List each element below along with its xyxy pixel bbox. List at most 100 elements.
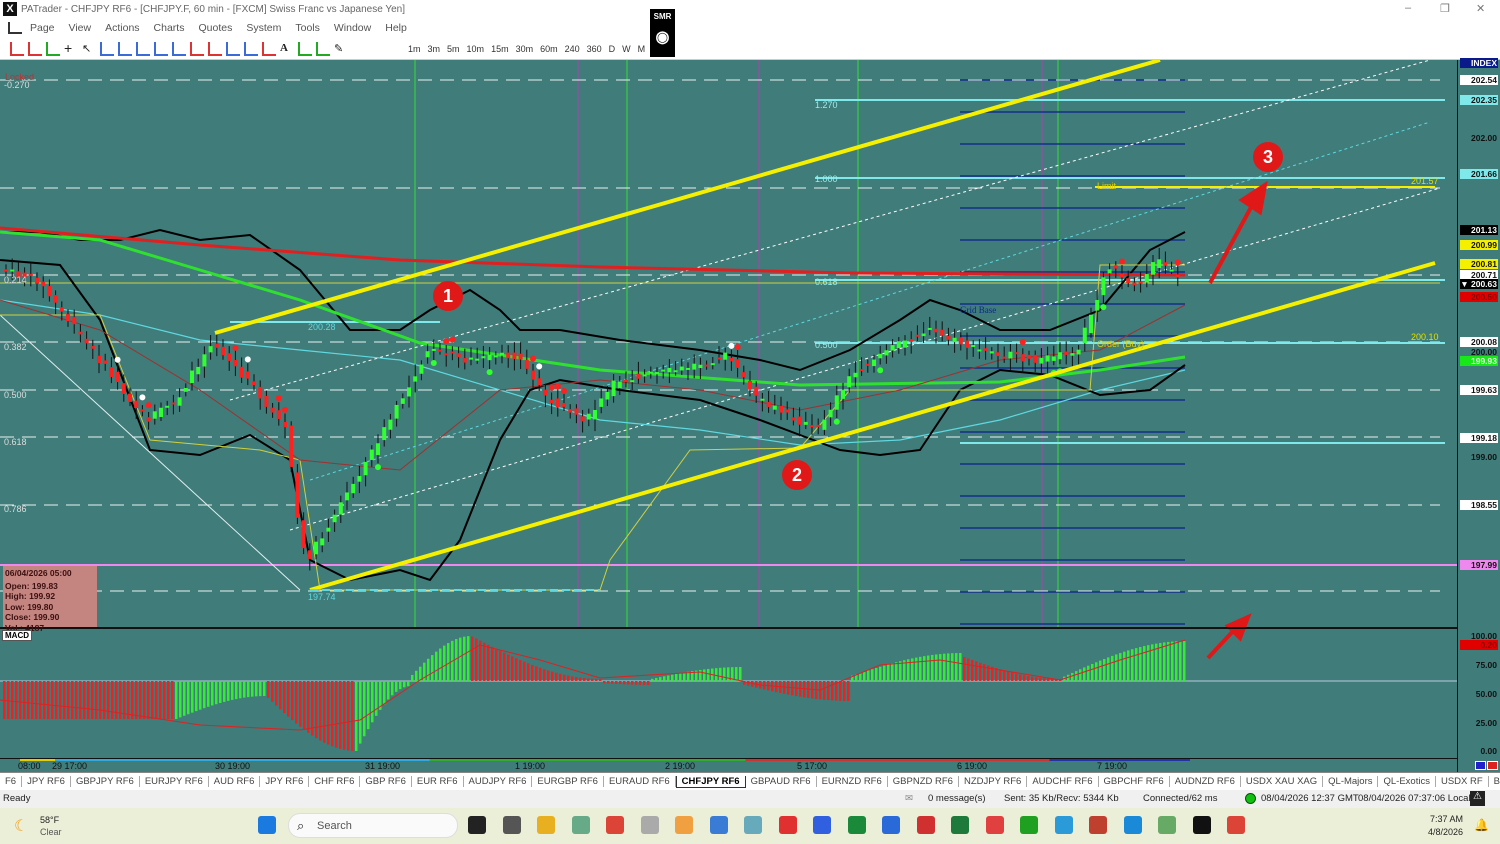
chart-tab[interactable]: Bitcoin	[1489, 776, 1500, 787]
smr-logo[interactable]: SMR ◉	[649, 8, 676, 58]
trendline-tool-icon[interactable]	[136, 41, 150, 56]
menu-help[interactable]: Help	[385, 22, 407, 34]
tf-15m[interactable]: 15m	[491, 44, 509, 54]
chart-tab[interactable]: QL-Majors	[1323, 776, 1379, 787]
close-button[interactable]: ✕	[1476, 2, 1485, 15]
taskbar-app-icon[interactable]	[985, 816, 1004, 834]
scroll-right-icon[interactable]	[1487, 761, 1498, 770]
tf-w[interactable]: W	[622, 44, 631, 54]
chart-tab[interactable]: GBPNZD RF6	[888, 776, 959, 787]
text-tool-icon[interactable]: A	[280, 42, 294, 56]
taskbar-app-icon[interactable]	[882, 816, 900, 834]
chart-tab[interactable]: GBPCHF RF6	[1099, 776, 1170, 787]
menu-view[interactable]: View	[69, 22, 92, 34]
taskbar-app-icon[interactable]	[675, 816, 693, 834]
taskbar-app-icon[interactable]	[1054, 816, 1073, 834]
taskbar-app-icon[interactable]	[537, 816, 555, 834]
chart-tab[interactable]: USDX RF	[1436, 776, 1489, 787]
cycle-lines-icon[interactable]	[244, 41, 258, 56]
rectangle-tool-icon[interactable]	[262, 41, 276, 56]
chart-tab[interactable]: JPY RF6	[22, 776, 71, 787]
chart-tab[interactable]: GBPJPY RF6	[71, 776, 140, 787]
chart-tab[interactable]: CHF RF6	[309, 776, 361, 787]
taskbar-app-icon[interactable]	[468, 816, 486, 834]
chart-tab[interactable]: EURAUD RF6	[604, 776, 676, 787]
fib-retracement-icon[interactable]	[190, 41, 204, 56]
tf-m[interactable]: M	[638, 44, 646, 54]
grid2-tool-icon[interactable]	[316, 41, 330, 56]
chart-tab[interactable]: GBP RF6	[360, 776, 412, 787]
chart-tab[interactable]: EUR RF6	[412, 776, 464, 787]
taskbar-search[interactable]: ⌕ Search	[288, 813, 458, 838]
menu-quotes[interactable]: Quotes	[198, 22, 232, 34]
price-chart[interactable]: Locked -0.270 0.214 0.382 0.500 0.618 0.…	[0, 60, 1500, 758]
taskbar-app-icon[interactable]	[1192, 816, 1211, 834]
taskbar-app-icon[interactable]	[640, 816, 659, 834]
fan-tool-icon[interactable]	[154, 41, 168, 56]
taskbar-app-icon[interactable]	[744, 816, 762, 834]
notification-icon[interactable]: 🔔	[1474, 818, 1489, 832]
menu-charts[interactable]: Charts	[154, 22, 185, 34]
taskbar-app-icon[interactable]	[778, 816, 797, 834]
start-button[interactable]	[258, 816, 276, 834]
chart-canvas[interactable]	[0, 60, 1457, 758]
zoom-in-icon[interactable]	[10, 41, 24, 56]
taskbar-app-icon[interactable]	[813, 816, 831, 834]
taskbar-app-icon[interactable]	[606, 816, 624, 834]
hline-tool-icon[interactable]	[100, 41, 114, 56]
taskbar-app-icon[interactable]	[571, 816, 590, 834]
pitchfork-icon[interactable]	[226, 41, 240, 56]
chart-tab[interactable]: USDX XAU XAG	[1241, 776, 1324, 787]
tf-10m[interactable]: 10m	[467, 44, 485, 54]
status-messages[interactable]: 0 message(s)	[928, 793, 986, 804]
taskbar-app-icon[interactable]	[916, 816, 935, 834]
tf-1m[interactable]: 1m	[408, 44, 421, 54]
chart-tab[interactable]: EURGBP RF6	[532, 776, 604, 787]
chart-tab[interactable]: GBPAUD RF6	[746, 776, 817, 787]
chart-tab[interactable]: AUDNZD RF6	[1170, 776, 1241, 787]
vline-tool-icon[interactable]	[118, 41, 132, 56]
taskbar-app-icon[interactable]	[502, 816, 521, 834]
tf-30m[interactable]: 30m	[516, 44, 534, 54]
warning-icon[interactable]: ⚠	[1470, 791, 1485, 806]
fib-extension-icon[interactable]	[208, 41, 222, 56]
chart-tab[interactable]: QL-Exotics	[1378, 776, 1436, 787]
tf-240[interactable]: 240	[565, 44, 580, 54]
tf-d[interactable]: D	[609, 44, 616, 54]
minimize-button[interactable]: –	[1405, 2, 1411, 14]
chart-tab[interactable]: AUDCHF RF6	[1027, 776, 1099, 787]
scroll-left-icon[interactable]	[1475, 761, 1486, 770]
maximize-button[interactable]: ❐	[1440, 2, 1450, 15]
tf-360[interactable]: 360	[587, 44, 602, 54]
chart-tab[interactable]: EURNZD RF6	[817, 776, 888, 787]
indicator-icon[interactable]	[46, 41, 60, 56]
taskbar-app-icon[interactable]	[1158, 816, 1176, 834]
taskbar-app-icon[interactable]	[847, 816, 866, 834]
taskbar-app-icon[interactable]	[1227, 816, 1245, 834]
fib-fan-tool-icon[interactable]	[172, 41, 186, 56]
taskbar-app-icon[interactable]	[709, 816, 728, 834]
chart-tab[interactable]: CHFJPY RF6	[675, 775, 746, 788]
taskbar-app-icon[interactable]	[1123, 816, 1142, 834]
crosshair-icon[interactable]: +	[64, 41, 78, 56]
menu-page[interactable]: Page	[30, 22, 55, 34]
taskbar-app-icon[interactable]	[1089, 816, 1107, 834]
chart-tab[interactable]: JPY RF6	[260, 776, 310, 787]
menu-window[interactable]: Window	[334, 22, 371, 34]
chart-tab[interactable]: F6	[0, 776, 23, 787]
cursor-icon[interactable]: ↖	[82, 42, 96, 56]
taskbar-app-icon[interactable]	[951, 816, 969, 834]
tf-5m[interactable]: 5m	[447, 44, 460, 54]
grid-tool-icon[interactable]	[298, 41, 312, 56]
chart-tab[interactable]: AUDJPY RF6	[464, 776, 533, 787]
menu-system[interactable]: System	[246, 22, 281, 34]
chart-tab[interactable]: NZDJPY RF6	[959, 776, 1028, 787]
taskbar-app-icon[interactable]	[1020, 816, 1038, 834]
chart-tab[interactable]: EURJPY RF6	[140, 776, 209, 787]
menu-tools[interactable]: Tools	[295, 22, 320, 34]
mail-icon[interactable]: ✉	[905, 793, 913, 804]
tf-3m[interactable]: 3m	[428, 44, 441, 54]
price-axis[interactable]: INDEX 202.54 202.35 202.00 201.66 201.13 200.9…	[1457, 57, 1500, 772]
zoom-out-icon[interactable]	[28, 41, 42, 56]
tf-60m[interactable]: 60m	[540, 44, 558, 54]
